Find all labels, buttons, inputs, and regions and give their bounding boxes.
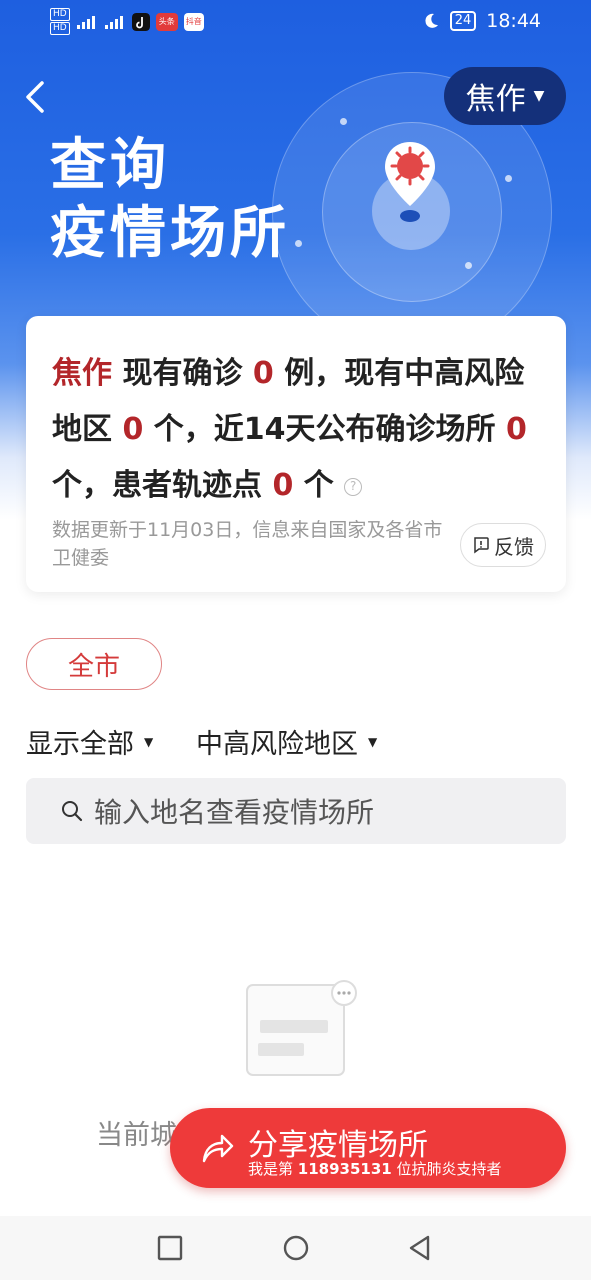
back-nav-icon[interactable]: [406, 1234, 434, 1262]
radar-dot: [340, 118, 347, 125]
empty-document-icon: [246, 980, 357, 1076]
summary-text: 焦作 现有确诊 0 例，现有中高风险地区 0 个，近14天公布确诊场所 0 个，…: [52, 356, 527, 503]
system-nav-bar: [0, 1216, 591, 1280]
supporter-count: 118935131: [297, 1160, 392, 1178]
app-badge-icon: 抖音: [183, 12, 204, 31]
home-icon[interactable]: [282, 1234, 310, 1262]
virus-location-pin-icon: [385, 142, 435, 222]
status-bar: HD HD 头条 抖音 24 18:44: [0, 0, 591, 46]
risk-level-dropdown[interactable]: 中高风险地区 ▼: [196, 722, 377, 761]
feedback-button[interactable]: 反馈: [460, 523, 546, 567]
caret-down-icon: ▼: [533, 88, 545, 104]
search-input[interactable]: 输入地名查看疫情场所: [26, 778, 566, 844]
toutiao-app-icon: 头条: [155, 12, 178, 31]
feedback-label: 反馈: [494, 534, 534, 559]
share-button[interactable]: 分享疫情场所 我是第 118935131 位抗肺炎支持者: [170, 1108, 566, 1188]
signal-icon: [76, 15, 95, 29]
caret-down-icon: ▼: [368, 734, 378, 749]
search-icon: [62, 801, 83, 822]
feedback-icon: [474, 537, 489, 554]
battery-indicator: 24: [449, 11, 477, 31]
confirmed-count: 0: [252, 356, 274, 391]
city-selector-label: 焦作: [465, 82, 526, 117]
city-scope-filter[interactable]: 全市: [26, 638, 162, 690]
tiktok-app-icon: [131, 12, 150, 31]
risk-level-dropdown-label: 中高风险地区: [196, 729, 358, 760]
track-point-count: 0: [272, 468, 294, 503]
radar-dot: [295, 240, 302, 247]
page-title: 查询 疫情场所: [50, 132, 290, 268]
hd-badge: HD: [50, 8, 70, 21]
summary-card: 焦作 现有确诊 0 例，现有中高风险地区 0 个，近14天公布确诊场所 0 个，…: [26, 316, 566, 592]
moon-icon: [425, 13, 438, 28]
share-subtitle: 我是第 118935131 位抗肺炎支持者: [248, 1160, 502, 1178]
share-icon: [202, 1134, 234, 1163]
caret-down-icon: ▼: [144, 734, 154, 749]
page-title-line1: 查询: [50, 133, 170, 198]
places-count: 0: [505, 412, 527, 447]
search-placeholder: 输入地名查看疫情场所: [94, 796, 375, 829]
display-dropdown[interactable]: 显示全部 ▼: [26, 722, 153, 761]
risk-area-count: 0: [122, 412, 144, 447]
back-arrow-icon[interactable]: [22, 80, 48, 114]
display-dropdown-label: 显示全部: [26, 729, 134, 760]
empty-state-text: 当前城: [96, 1120, 177, 1151]
recent-apps-icon[interactable]: [156, 1234, 184, 1262]
radar-dot: [465, 262, 472, 269]
radar-dot: [505, 175, 512, 182]
page-title-line2: 疫情场所: [50, 201, 290, 266]
city-selector-button[interactable]: 焦作 ▼: [444, 67, 566, 125]
signal-icon: [104, 15, 123, 29]
hd-badge: HD: [50, 22, 70, 35]
update-note: 数据更新于11月03日，信息来自国家及各省市卫健委: [52, 519, 443, 569]
summary-city: 焦作: [52, 356, 112, 391]
clock: 18:44: [486, 10, 541, 32]
help-icon[interactable]: ?: [344, 477, 363, 496]
